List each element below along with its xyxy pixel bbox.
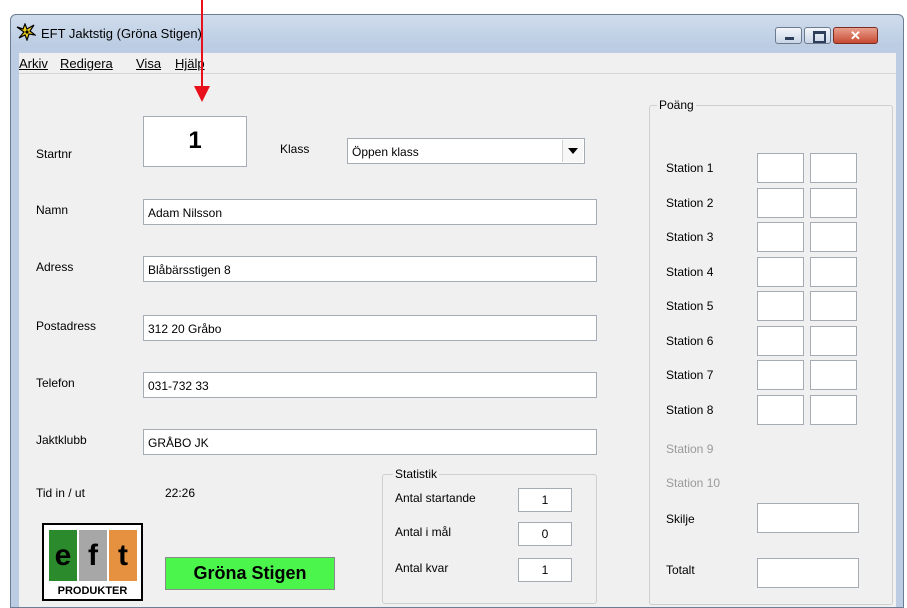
klass-label: Klass — [280, 142, 310, 156]
logo-letter-t: t — [109, 530, 137, 581]
station-2-score-b[interactable] — [810, 187, 857, 218]
menu-redigera[interactable]: Redigera — [60, 56, 113, 71]
dropdown-button[interactable] — [562, 140, 583, 162]
station-4-score-b[interactable] — [810, 256, 857, 287]
tid-value: 22:26 — [165, 486, 196, 500]
station-4-label: Station 4 — [666, 264, 714, 279]
station-8-score-a[interactable] — [757, 394, 804, 425]
namn-field[interactable]: Adam Nilsson — [143, 199, 597, 225]
eft-logo: e f t PRODUKTER — [42, 523, 143, 601]
startnr-display: 1 — [143, 116, 247, 167]
station-1-score-b[interactable] — [810, 153, 857, 183]
chevron-down-icon — [568, 148, 578, 154]
logo-letter-f: f — [79, 530, 107, 581]
jaktklubb-field[interactable]: GRÅBO JK — [143, 429, 597, 455]
menu-bar: Arkiv Redigera Visa Hjälp — [19, 53, 896, 74]
telefon-field[interactable]: 031-732 33 — [143, 372, 597, 398]
station-7-score-b[interactable] — [810, 360, 857, 390]
maximize-button[interactable] — [804, 27, 831, 44]
station-6-score-b[interactable] — [810, 325, 857, 356]
station-6-score-a[interactable] — [757, 325, 804, 356]
annotation-arrow — [194, 0, 210, 102]
totalt-field[interactable] — [757, 558, 859, 588]
station-9-label: Station 9 — [666, 442, 714, 456]
antal-i-mal-value: 0 — [518, 522, 572, 546]
station-2-label: Station 2 — [666, 195, 714, 210]
title-bar: EFT Jaktstig (Gröna Stigen) ✕ — [11, 15, 903, 55]
station-1-score-a[interactable] — [757, 153, 804, 183]
skilje-label: Skilje — [666, 512, 695, 526]
station-3-score-a[interactable] — [757, 222, 804, 252]
station-2-score-a[interactable] — [757, 187, 804, 218]
station-5-label: Station 5 — [666, 299, 714, 313]
station-1-label: Station 1 — [666, 161, 714, 175]
station-7-label: Station 7 — [666, 368, 714, 382]
station-8-label: Station 8 — [666, 402, 714, 417]
station-3-label: Station 3 — [666, 230, 714, 244]
station-3-score-b[interactable] — [810, 222, 857, 252]
antal-startande-value: 1 — [518, 488, 572, 512]
menu-arkiv[interactable]: Arkiv — [19, 56, 48, 71]
postadress-label: Postadress — [36, 319, 97, 333]
form-area: Startnr 1 Klass Öppen klass Namn Adam Ni… — [19, 74, 896, 607]
station-8-score-b[interactable] — [810, 394, 857, 425]
antal-kvar-label: Antal kvar — [395, 561, 449, 575]
station-5-score-a[interactable] — [757, 291, 804, 321]
statistik-title: Statistik — [393, 467, 440, 481]
minimize-button[interactable] — [775, 27, 802, 44]
adress-field[interactable]: Blåbärsstigen 8 — [143, 256, 597, 282]
station-4-score-a[interactable] — [757, 256, 804, 287]
postadress-field[interactable]: 312 20 Gråbo — [143, 315, 597, 341]
app-bird-icon — [16, 23, 36, 41]
station-7-score-a[interactable] — [757, 360, 804, 390]
close-button[interactable]: ✕ — [833, 27, 878, 44]
logo-text: PRODUKTER — [57, 585, 128, 597]
grona-stigen-banner: Gröna Stigen — [165, 557, 335, 590]
menu-visa[interactable]: Visa — [136, 56, 161, 71]
adress-label: Adress — [36, 260, 74, 274]
totalt-label: Totalt — [666, 563, 695, 577]
station-10-label: Station 10 — [666, 476, 721, 490]
startnr-label: Startnr — [36, 147, 73, 161]
antal-kvar-value: 1 — [518, 558, 572, 582]
antal-startande-label: Antal startande — [395, 491, 476, 505]
namn-label: Namn — [36, 203, 69, 217]
antal-i-mal-label: Antal i mål — [395, 525, 452, 539]
klass-select[interactable]: Öppen klass — [347, 138, 585, 164]
station-5-score-b[interactable] — [810, 291, 857, 321]
skilje-field[interactable] — [757, 503, 859, 533]
app-window: EFT Jaktstig (Gröna Stigen) ✕ Arkiv Redi… — [10, 14, 904, 608]
window-title: EFT Jaktstig (Gröna Stigen) — [41, 26, 202, 41]
tid-label: Tid in / ut — [36, 486, 85, 500]
station-6-label: Station 6 — [666, 333, 714, 348]
telefon-label: Telefon — [36, 376, 75, 390]
close-icon: ✕ — [850, 28, 861, 43]
jaktklubb-label: Jaktklubb — [36, 433, 87, 447]
poang-title: Poäng — [657, 98, 696, 112]
logo-letter-e: e — [49, 530, 77, 581]
